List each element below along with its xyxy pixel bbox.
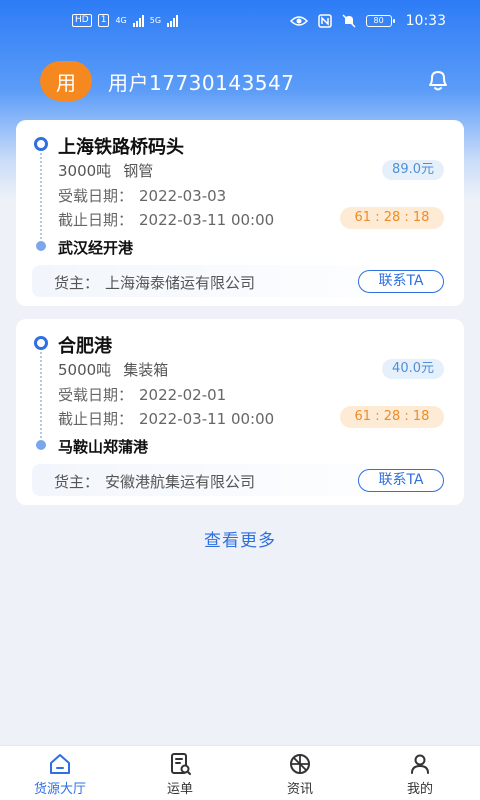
cargo-type: 集装箱 <box>123 361 169 379</box>
owner-label: 货主： <box>54 473 100 491</box>
tab-mine[interactable]: 我的 <box>360 746 480 800</box>
destination-dot-icon <box>36 241 46 251</box>
origin-port: 上海铁路桥码头 <box>58 137 184 158</box>
avatar[interactable]: 用 <box>40 61 92 101</box>
route-line <box>40 153 42 239</box>
deadline-label: 截止日期： <box>58 410 134 428</box>
mute-icon <box>342 14 356 28</box>
tab-label: 运单 <box>166 782 193 797</box>
owner-name: 上海海泰储运有限公司 <box>105 274 256 292</box>
tab-label: 货源大厅 <box>33 782 86 797</box>
cargo-info: 5000吨 集装箱 <box>58 359 168 380</box>
origin-dot-icon <box>34 137 48 151</box>
route-line <box>40 352 42 438</box>
countdown-badge: 61 : 28 : 18 <box>340 207 444 229</box>
network-label-1: 4G <box>115 16 127 25</box>
tab-label: 我的 <box>406 782 433 797</box>
deadline-row: 截止日期： 2022-03-11 00:00 <box>58 408 274 429</box>
load-date-row: 受载日期： 2022-02-01 <box>58 384 226 405</box>
tab-waybill[interactable]: 运单 <box>120 746 240 800</box>
tab-cargo-hall[interactable]: 货源大厅 <box>0 746 120 800</box>
tonnage: 5000吨 <box>58 361 112 379</box>
network-label-2: 5G <box>149 16 162 25</box>
load-date-row: 受载日期： 2022-03-03 <box>58 185 226 206</box>
bell-icon[interactable] <box>424 66 452 94</box>
user-header: 用 用户17730143547 <box>40 60 294 102</box>
hd-chip: HD <box>72 14 92 27</box>
signal-icon-2 <box>167 14 179 27</box>
contact-button[interactable]: 联系TA <box>358 270 444 293</box>
contact-button[interactable]: 联系TA <box>358 469 444 492</box>
deadline: 2022-03-11 00:00 <box>139 211 275 229</box>
countdown-badge: 61 : 28 : 18 <box>340 406 444 428</box>
news-icon <box>290 754 310 774</box>
deadline: 2022-03-11 00:00 <box>139 410 275 428</box>
home-icon <box>50 754 70 774</box>
profile-icon <box>411 754 429 774</box>
status-bar: HD 1 4G 5G 80 10:33 <box>0 0 480 44</box>
battery-icon: 80 <box>365 15 395 27</box>
cargo-card[interactable]: 合肥港 5000吨 集装箱 40.0元 受载日期： 2022-02-01 截止日期：… <box>16 319 464 505</box>
nfc-icon <box>317 14 332 28</box>
status-right: 80 10:33 <box>289 13 446 29</box>
price-badge: 40.0元 <box>382 359 444 379</box>
deadline-row: 截止日期： 2022-03-11 00:00 <box>58 209 274 230</box>
load-date: 2022-02-01 <box>139 386 227 404</box>
clock: 10:33 <box>405 13 446 29</box>
tab-news[interactable]: 资讯 <box>240 746 360 800</box>
owner-name: 安徽港航集运有限公司 <box>105 473 256 491</box>
deadline-label: 截止日期： <box>58 211 134 229</box>
cargo-type: 钢管 <box>123 162 154 180</box>
status-left: HD 1 4G 5G <box>72 14 179 27</box>
price-badge: 89.0元 <box>382 160 444 180</box>
load-date-label: 受载日期： <box>58 386 134 404</box>
owner-info: 货主： 上海海泰储运有限公司 <box>54 272 255 293</box>
cargo-card[interactable]: 上海铁路桥码头 3000吨 钢管 89.0元 受载日期： 2022-03-03 截止… <box>16 120 464 306</box>
bottom-tab-bar: 货源大厅 运单 资讯 我的 <box>0 745 480 800</box>
signal-icon <box>132 14 144 27</box>
origin-port: 合肥港 <box>58 336 112 357</box>
owner-info: 货主： 安徽港航集运有限公司 <box>54 471 255 492</box>
destination-dot-icon <box>36 440 46 450</box>
tonnage: 3000吨 <box>58 162 112 180</box>
waybill-icon <box>171 753 191 775</box>
eye-icon <box>289 16 308 26</box>
destination-port: 武汉经开港 <box>58 239 134 257</box>
owner-bar: 货主： 安徽港航集运有限公司 联系TA <box>32 464 448 496</box>
sim-chip: 1 <box>97 14 110 27</box>
origin-dot-icon <box>34 336 48 350</box>
destination-port: 马鞍山郑蒲港 <box>58 438 149 456</box>
load-date: 2022-03-03 <box>139 187 227 205</box>
username: 用户17730143547 <box>108 70 295 95</box>
cargo-info: 3000吨 钢管 <box>58 160 153 181</box>
owner-bar: 货主： 上海海泰储运有限公司 联系TA <box>32 265 448 297</box>
owner-label: 货主： <box>54 274 100 292</box>
load-date-label: 受载日期： <box>58 187 134 205</box>
view-more-link[interactable]: 查看更多 <box>0 526 480 551</box>
tab-label: 资讯 <box>286 782 313 797</box>
